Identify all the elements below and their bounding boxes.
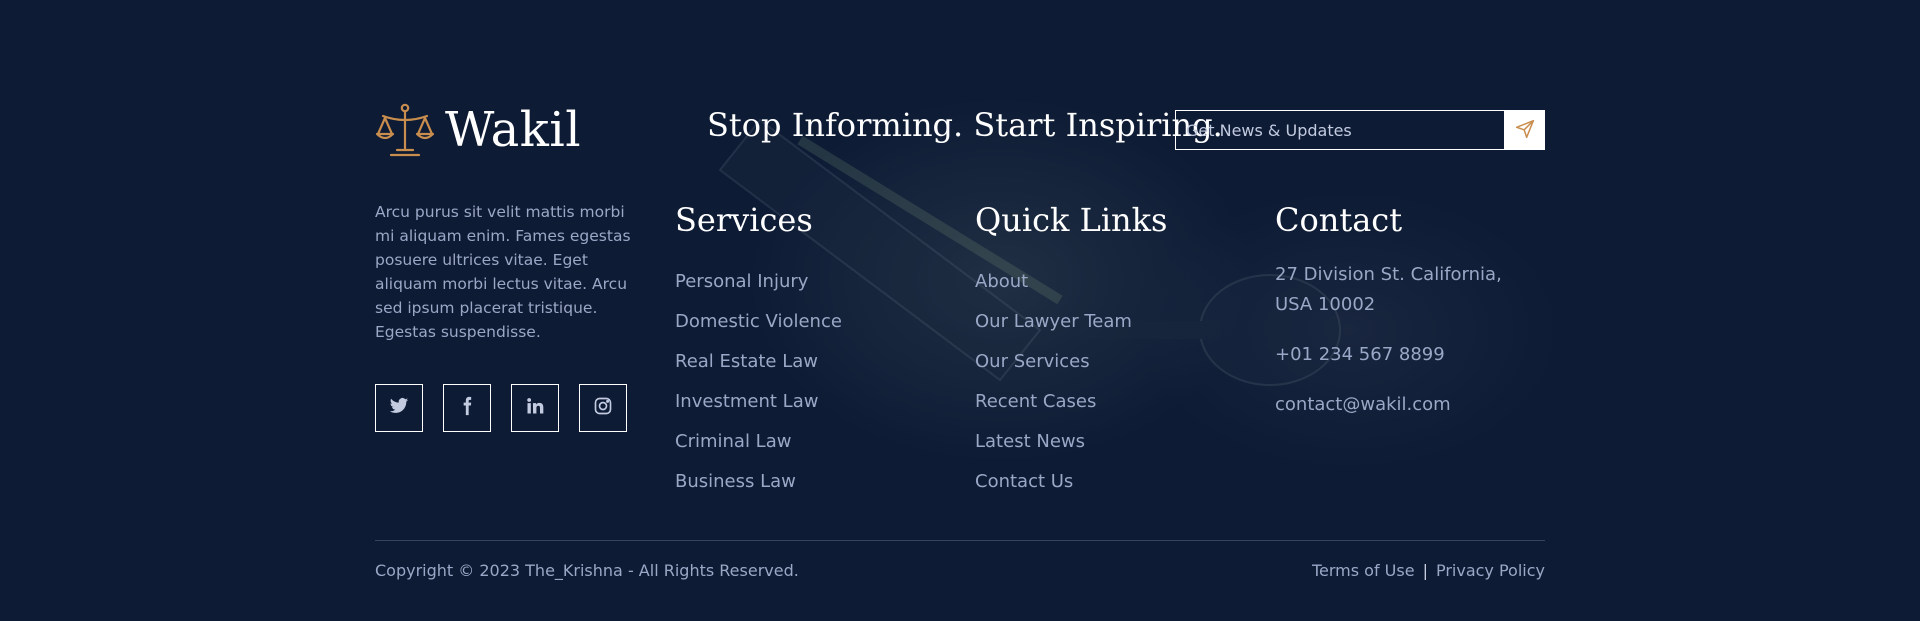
service-link-criminal-law[interactable]: Criminal Law bbox=[675, 422, 842, 462]
services-column: Services Personal Injury Domestic Violen… bbox=[675, 200, 842, 502]
contact-address-line1: 27 Division St. California, bbox=[1275, 264, 1502, 285]
quick-link-latest-news[interactable]: Latest News bbox=[975, 422, 1167, 462]
linkedin-link[interactable] bbox=[511, 384, 559, 432]
contact-column: Contact 27 Division St. California, USA … bbox=[1275, 200, 1545, 420]
contact-address: 27 Division St. California, USA 10002 bbox=[1275, 260, 1545, 320]
service-link-business-law[interactable]: Business Law bbox=[675, 462, 842, 502]
paper-plane-icon bbox=[1515, 119, 1535, 142]
twitter-icon bbox=[389, 396, 409, 420]
services-list: Personal Injury Domestic Violence Real E… bbox=[675, 262, 842, 502]
service-link-personal-injury[interactable]: Personal Injury bbox=[675, 262, 842, 302]
newsletter-submit-button[interactable] bbox=[1505, 110, 1545, 150]
quick-link-recent-cases[interactable]: Recent Cases bbox=[975, 382, 1167, 422]
contact-phone[interactable]: +01 234 567 8899 bbox=[1275, 340, 1545, 370]
quick-link-services[interactable]: Our Services bbox=[975, 342, 1167, 382]
quick-links-list: About Our Lawyer Team Our Services Recen… bbox=[975, 262, 1167, 502]
quick-links-heading: Quick Links bbox=[975, 201, 1168, 239]
privacy-policy-link[interactable]: Privacy Policy bbox=[1436, 561, 1545, 580]
contact-heading: Contact bbox=[1275, 201, 1403, 239]
terms-of-use-link[interactable]: Terms of Use bbox=[1312, 561, 1415, 580]
footer-tagline: Stop Informing. Start Inspiring. bbox=[707, 106, 1223, 144]
service-link-investment-law[interactable]: Investment Law bbox=[675, 382, 842, 422]
brand-name: Wakil bbox=[445, 102, 582, 158]
newsletter-email-input[interactable] bbox=[1175, 110, 1505, 150]
contact-address-line2: USA 10002 bbox=[1275, 294, 1376, 315]
quick-link-lawyer-team[interactable]: Our Lawyer Team bbox=[975, 302, 1167, 342]
brand-logo[interactable]: Wakil bbox=[375, 100, 581, 160]
facebook-link[interactable] bbox=[443, 384, 491, 432]
quick-link-about[interactable]: About bbox=[975, 262, 1167, 302]
linkedin-icon bbox=[525, 396, 545, 420]
services-heading: Services bbox=[675, 201, 813, 239]
footer-divider bbox=[375, 540, 1545, 541]
service-link-real-estate-law[interactable]: Real Estate Law bbox=[675, 342, 842, 382]
copyright-text: Copyright © 2023 The_Krishna - All Right… bbox=[375, 561, 799, 580]
footer-about-text: Arcu purus sit velit mattis morbi mi ali… bbox=[375, 203, 631, 341]
quick-link-contact-us[interactable]: Contact Us bbox=[975, 462, 1167, 502]
social-links bbox=[375, 384, 627, 432]
scales-of-justice-icon bbox=[375, 102, 435, 158]
service-link-domestic-violence[interactable]: Domestic Violence bbox=[675, 302, 842, 342]
twitter-link[interactable] bbox=[375, 384, 423, 432]
legal-links: Terms of Use | Privacy Policy bbox=[1312, 561, 1545, 580]
quick-links-column: Quick Links About Our Lawyer Team Our Se… bbox=[975, 200, 1167, 502]
site-footer: Wakil Stop Informing. Start Inspiring. A… bbox=[375, 0, 1545, 621]
facebook-icon bbox=[457, 396, 477, 420]
instagram-icon bbox=[593, 396, 613, 420]
contact-email[interactable]: contact@wakil.com bbox=[1275, 390, 1545, 420]
newsletter-form bbox=[1175, 110, 1545, 150]
instagram-link[interactable] bbox=[579, 384, 627, 432]
legal-separator: | bbox=[1422, 561, 1428, 580]
